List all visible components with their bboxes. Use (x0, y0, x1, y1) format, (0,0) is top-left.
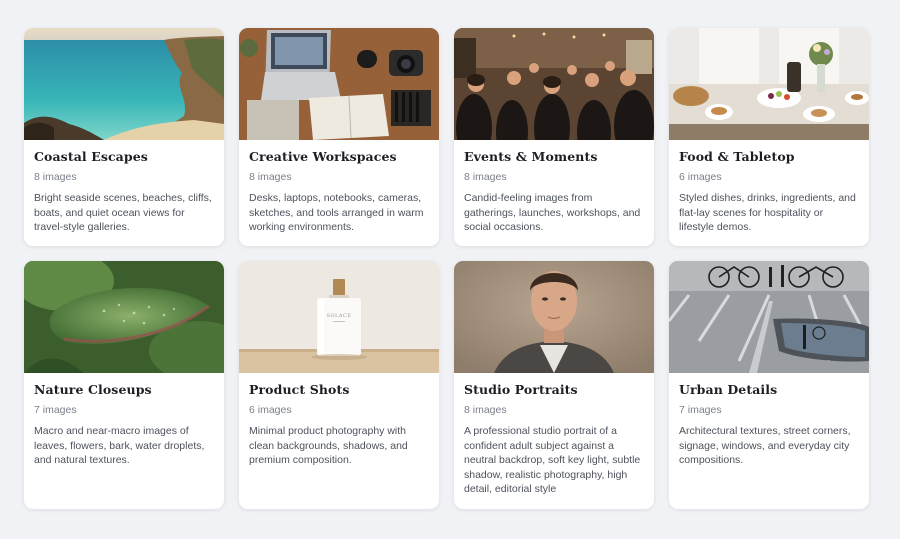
crowd-gathering-photo (454, 28, 654, 140)
collection-title: Nature Closeups (34, 382, 152, 397)
collection-description: Macro and near-macro images of leaves, f… (34, 425, 205, 467)
collection-description: Bright seaside scenes, beaches, cliffs, … (34, 192, 212, 234)
collection-description: Styled dishes, drinks, ingredients, and … (679, 192, 856, 234)
collection-card-coastal-escapes[interactable]: Coastal Escapes 8 images Bright seaside … (24, 28, 224, 246)
desk-laptop-camera-photo (239, 28, 439, 140)
collection-card-product-shots[interactable]: SOLACE Product Shots 6 images Minimal pr… (239, 261, 439, 509)
image-count: 8 images (464, 171, 507, 183)
man-studio-portrait-photo (454, 261, 654, 373)
collection-description: Architectural textures, street corners, … (679, 425, 851, 467)
collection-title: Urban Details (679, 382, 778, 397)
succulent-leaf-macro-photo (24, 261, 224, 373)
collections-grid: Coastal Escapes 8 images Bright seaside … (24, 28, 869, 509)
collection-title: Studio Portraits (464, 382, 578, 397)
collection-description: Candid-feeling images from gatherings, l… (464, 192, 641, 234)
street-puddle-bicycles-photo (669, 261, 869, 373)
image-count: 6 images (249, 404, 292, 416)
collection-card-events-moments[interactable]: Events & Moments 8 images Candid-feeling… (454, 28, 654, 246)
collection-description: A professional studio portrait of a conf… (464, 425, 641, 496)
image-count: 8 images (34, 171, 77, 183)
image-count: 6 images (679, 171, 722, 183)
collection-title: Food & Tabletop (679, 149, 795, 164)
collection-card-studio-portraits[interactable]: Studio Portraits 8 images A professional… (454, 261, 654, 509)
collection-description: Minimal product photography with clean b… (249, 425, 408, 467)
image-count: 8 images (249, 171, 292, 183)
image-count: 7 images (679, 404, 722, 416)
coastal-cliff-beach-photo (24, 28, 224, 140)
collection-title: Product Shots (249, 382, 350, 397)
collection-description: Desks, laptops, notebooks, cameras, sket… (249, 192, 424, 234)
collection-title: Events & Moments (464, 149, 598, 164)
collection-card-food-tabletop[interactable]: Food & Tabletop 6 images Styled dishes, … (669, 28, 869, 246)
perfume-bottle-photo: SOLACE (239, 261, 439, 373)
collection-card-nature-closeups[interactable]: Nature Closeups 7 images Macro and near-… (24, 261, 224, 509)
image-count: 7 images (34, 404, 77, 416)
collection-title: Creative Workspaces (249, 149, 397, 164)
breakfast-table-photo (669, 28, 869, 140)
collection-card-creative-workspaces[interactable]: Creative Workspaces 8 images Desks, lapt… (239, 28, 439, 246)
collection-title: Coastal Escapes (34, 149, 148, 164)
collection-card-urban-details[interactable]: Urban Details 7 images Architectural tex… (669, 261, 869, 509)
image-count: 8 images (464, 404, 507, 416)
svg-text:SOLACE: SOLACE (327, 313, 352, 319)
